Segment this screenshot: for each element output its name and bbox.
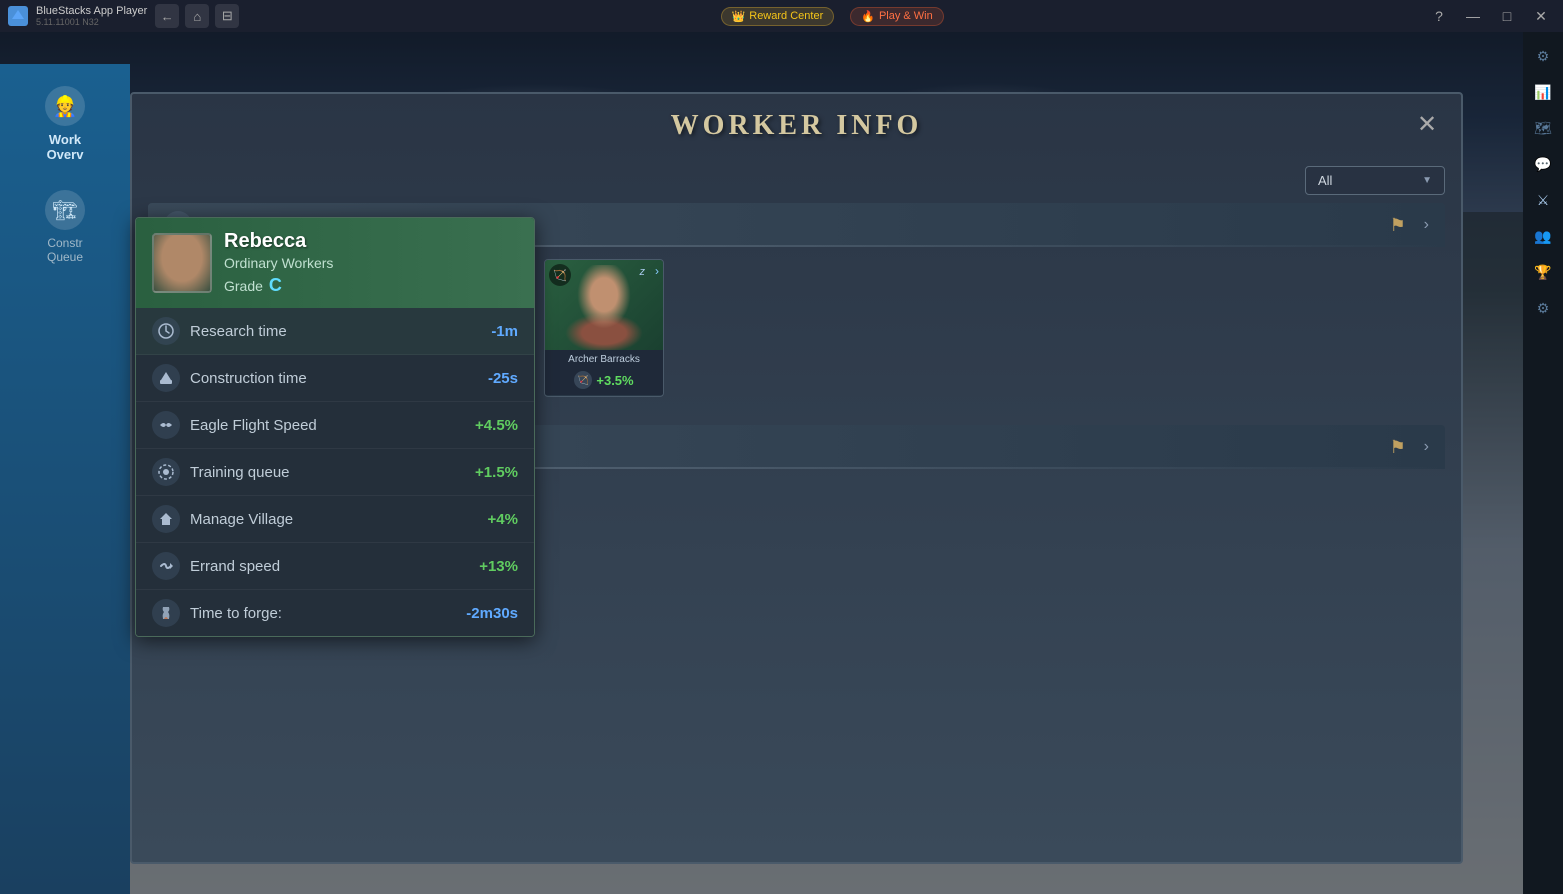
help-button[interactable]: ? bbox=[1425, 6, 1453, 26]
fire-icon: 🔥 bbox=[861, 10, 875, 23]
restore-button[interactable]: □ bbox=[1493, 6, 1521, 26]
manage-village-value: +4% bbox=[488, 511, 518, 528]
reward-center-button[interactable]: 👑 Reward Center bbox=[721, 7, 835, 26]
training-queue-name: Training queue bbox=[190, 464, 475, 481]
errand-speed-icon bbox=[152, 552, 180, 580]
tooltip-grade-value: C bbox=[269, 275, 282, 296]
app-name: BlueStacks App Player bbox=[36, 5, 147, 17]
section-2-arrow[interactable]: › bbox=[1424, 438, 1429, 456]
left-overview-panel: 👷 WorkOverv 🏗 ConstrQueue bbox=[0, 64, 130, 894]
archer-stat: 🏹 +3.5% bbox=[545, 369, 663, 395]
archer-stat-value: +3.5% bbox=[596, 373, 633, 388]
eagle-flight-icon bbox=[152, 411, 180, 439]
research-time-icon bbox=[152, 317, 180, 345]
worker-overview-icon: 👷 bbox=[45, 86, 85, 126]
worker-card-archer[interactable]: 🏹 z › Archer Barracks 🏹 +3.5% bbox=[544, 259, 664, 397]
time-to-forge-name: Time to forge: bbox=[190, 605, 466, 622]
tooltip-stat-manage-village: Manage Village +4% bbox=[136, 496, 534, 543]
construction-time-icon bbox=[152, 364, 180, 392]
training-queue-icon bbox=[152, 458, 180, 486]
right-sidebar: ⚙ 📊 🗺 💬 ⚔ 👥 🏆 ⚙ bbox=[1523, 32, 1563, 894]
panel-title: WORKER INFO bbox=[132, 94, 1461, 158]
windows-button[interactable]: ⊟ bbox=[215, 4, 239, 28]
crown-icon: 👑 bbox=[732, 10, 746, 23]
game-area: 👷 WorkOverv 🏗 ConstrQueue WORKER INFO ✕ … bbox=[0, 32, 1523, 894]
tooltip-stat-time-to-forge: Time to forge: -2m30s bbox=[136, 590, 534, 636]
filter-arrow-icon: ▼ bbox=[1422, 175, 1432, 186]
rs-gear-icon[interactable]: ⚙ bbox=[1527, 292, 1559, 324]
tooltip-stat-errand-speed: Errand speed +13% bbox=[136, 543, 534, 590]
app-version: 5.11.11001 N32 bbox=[36, 17, 147, 27]
tooltip-stat-research-time: Research time -1m bbox=[136, 308, 534, 355]
archer-zzz: z bbox=[640, 266, 646, 278]
tooltip-avatar bbox=[152, 233, 212, 293]
sidebar-item-construction-queue[interactable]: 🏗 ConstrQueue bbox=[8, 176, 122, 278]
app-logo bbox=[8, 6, 28, 26]
tooltip-stat-eagle-flight: Eagle Flight Speed +4.5% bbox=[136, 402, 534, 449]
tooltip-stats: Research time -1m Construction time -25s… bbox=[136, 308, 534, 636]
sidebar-item-worker-overview[interactable]: 👷 WorkOverv bbox=[8, 72, 122, 176]
rs-battle-icon[interactable]: ⚔ bbox=[1527, 184, 1559, 216]
tooltip-avatar-face bbox=[154, 235, 210, 291]
titlebar-nav: ← ⌂ ⊟ bbox=[155, 4, 239, 28]
titlebar-left: BlueStacks App Player 5.11.11001 N32 ← ⌂… bbox=[8, 4, 239, 28]
section-1-arrow[interactable]: › bbox=[1424, 216, 1429, 234]
filter-label: All bbox=[1318, 173, 1332, 188]
minimize-button[interactable]: — bbox=[1459, 6, 1487, 26]
manage-village-icon bbox=[152, 505, 180, 533]
play-win-label: Play & Win bbox=[879, 10, 933, 22]
tooltip-name: Rebecca bbox=[224, 230, 518, 253]
titlebar-right: ? — □ ✕ bbox=[1425, 6, 1555, 26]
errand-speed-value: +13% bbox=[479, 558, 518, 575]
time-to-forge-icon bbox=[152, 599, 180, 627]
training-queue-value: +1.5% bbox=[475, 464, 518, 481]
worker-portrait-archer: 🏹 z › bbox=[545, 260, 663, 350]
titlebar: BlueStacks App Player 5.11.11001 N32 ← ⌂… bbox=[0, 0, 1563, 32]
home-button[interactable]: ⌂ bbox=[185, 4, 209, 28]
eagle-flight-name: Eagle Flight Speed bbox=[190, 417, 475, 434]
titlebar-center: 👑 Reward Center 🔥 Play & Win bbox=[721, 7, 944, 26]
filter-bar: All ▼ bbox=[132, 158, 1461, 203]
play-win-button[interactable]: 🔥 Play & Win bbox=[850, 7, 944, 26]
tooltip-name-block: Rebecca Ordinary Workers Grade C bbox=[224, 230, 518, 296]
tooltip-stat-training-queue: Training queue +1.5% bbox=[136, 449, 534, 496]
research-time-name: Research time bbox=[190, 323, 491, 340]
tooltip-class: Ordinary Workers bbox=[224, 255, 518, 271]
tooltip-stat-construction-time: Construction time -25s bbox=[136, 355, 534, 402]
construction-icon: 🏗 bbox=[45, 190, 85, 230]
archer-card-icon: 🏹 bbox=[549, 264, 571, 286]
errand-speed-name: Errand speed bbox=[190, 558, 479, 575]
reward-center-label: Reward Center bbox=[749, 10, 823, 22]
tooltip-grade-label: Grade bbox=[224, 278, 263, 294]
rs-chat-icon[interactable]: 💬 bbox=[1527, 148, 1559, 180]
section-2-rank-icon: ⚑ bbox=[1384, 433, 1412, 461]
rs-users-icon[interactable]: 👥 bbox=[1527, 220, 1559, 252]
tooltip-header: Rebecca Ordinary Workers Grade C bbox=[136, 218, 534, 308]
archer-label: Archer Barracks bbox=[545, 350, 663, 369]
filter-dropdown[interactable]: All ▼ bbox=[1305, 166, 1445, 195]
research-time-value: -1m bbox=[491, 323, 518, 340]
rs-stats-icon[interactable]: 📊 bbox=[1527, 76, 1559, 108]
eagle-flight-value: +4.5% bbox=[475, 417, 518, 434]
panel-close-button[interactable]: ✕ bbox=[1409, 106, 1445, 142]
manage-village-name: Manage Village bbox=[190, 511, 488, 528]
tooltip-grade-row: Grade C bbox=[224, 275, 518, 296]
rs-map-icon[interactable]: 🗺 bbox=[1527, 112, 1559, 144]
rs-settings-icon[interactable]: ⚙ bbox=[1527, 40, 1559, 72]
construction-time-value: -25s bbox=[488, 370, 518, 387]
construction-label: ConstrQueue bbox=[47, 236, 83, 264]
back-button[interactable]: ← bbox=[155, 4, 179, 28]
close-button[interactable]: ✕ bbox=[1527, 6, 1555, 26]
worker-overview-label: WorkOverv bbox=[47, 132, 84, 162]
archer-stat-icon: 🏹 bbox=[574, 371, 592, 389]
archer-arrow-icon: › bbox=[655, 264, 659, 278]
construction-time-name: Construction time bbox=[190, 370, 488, 387]
time-to-forge-value: -2m30s bbox=[466, 605, 518, 622]
rs-trophy-icon[interactable]: 🏆 bbox=[1527, 256, 1559, 288]
section-1-rank-icon: ⚑ bbox=[1384, 211, 1412, 239]
worker-tooltip: Rebecca Ordinary Workers Grade C Researc… bbox=[135, 217, 535, 637]
